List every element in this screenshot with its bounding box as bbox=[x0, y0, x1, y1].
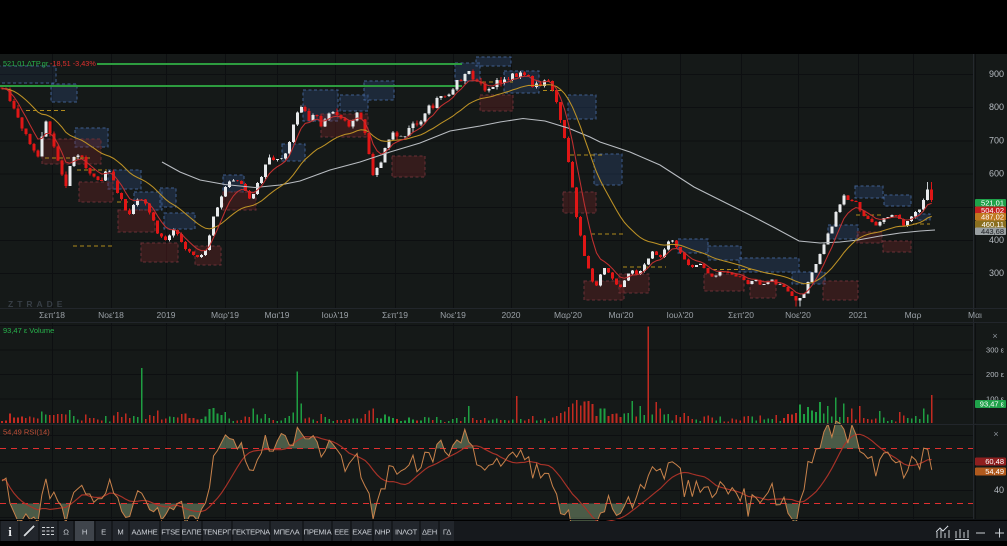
svg-text:300: 300 bbox=[989, 268, 1004, 278]
svg-text:Σεπ'19: Σεπ'19 bbox=[382, 310, 408, 320]
svg-text:Μαρ'20: Μαρ'20 bbox=[554, 310, 582, 320]
svg-text:Σεπ'18: Σεπ'18 bbox=[39, 310, 65, 320]
svg-text:ΓΕΚΤΕΡΝΑ: ΓΕΚΤΕΡΝΑ bbox=[232, 528, 271, 537]
svg-text:ZTRADE: ZTRADE bbox=[8, 299, 66, 309]
svg-text:×: × bbox=[993, 429, 998, 439]
svg-text:Μαρ: Μαρ bbox=[905, 310, 922, 320]
svg-text:Μαρ'19: Μαρ'19 bbox=[211, 310, 239, 320]
svg-text:521,01 ΔΤΡ.gr: 521,01 ΔΤΡ.gr bbox=[3, 59, 49, 68]
svg-text:700: 700 bbox=[989, 135, 1004, 145]
svg-text:ΤΕΝΕΡΓ: ΤΕΝΕΡΓ bbox=[203, 528, 231, 537]
svg-text:600: 600 bbox=[989, 169, 1004, 179]
svg-text:Ε: Ε bbox=[101, 528, 106, 537]
svg-text:800: 800 bbox=[989, 102, 1004, 112]
svg-text:54,49: 54,49 bbox=[985, 467, 1004, 476]
svg-text:ΕΕΕ: ΕΕΕ bbox=[334, 528, 349, 537]
svg-text:ΜΠΕΛΑ: ΜΠΕΛΑ bbox=[273, 528, 300, 537]
svg-text:400: 400 bbox=[989, 235, 1004, 245]
svg-text:2019: 2019 bbox=[157, 310, 176, 320]
svg-text:900: 900 bbox=[989, 69, 1004, 79]
svg-text:2020: 2020 bbox=[502, 310, 521, 320]
svg-text:-18,51 -3,43%: -18,51 -3,43% bbox=[50, 59, 96, 68]
svg-text:ΝΗΡ: ΝΗΡ bbox=[375, 528, 391, 537]
svg-text:93,47 ε Volume: 93,47 ε Volume bbox=[3, 326, 54, 335]
svg-text:Ω: Ω bbox=[63, 528, 69, 537]
svg-text:×: × bbox=[992, 331, 997, 341]
svg-text:200 ε: 200 ε bbox=[986, 370, 1005, 379]
svg-text:Μαι'20: Μαι'20 bbox=[609, 310, 634, 320]
svg-text:60,48: 60,48 bbox=[985, 457, 1004, 466]
svg-text:ΑΔΜΗΕ: ΑΔΜΗΕ bbox=[131, 528, 157, 537]
svg-text:300 ε: 300 ε bbox=[986, 346, 1005, 355]
svg-text:ΠΡΕΜΙΑ: ΠΡΕΜΙΑ bbox=[304, 528, 333, 537]
svg-text:Μαι'19: Μαι'19 bbox=[265, 310, 290, 320]
svg-text:FTSE: FTSE bbox=[161, 528, 180, 537]
svg-text:ΓΔ: ΓΔ bbox=[443, 528, 451, 537]
svg-text:54,49 RSI(14): 54,49 RSI(14) bbox=[3, 428, 50, 437]
svg-text:93,47 ε: 93,47 ε bbox=[980, 400, 1005, 409]
svg-text:ΕΧΑΕ: ΕΧΑΕ bbox=[352, 528, 372, 537]
svg-text:ΕΛΠΕ: ΕΛΠΕ bbox=[182, 528, 202, 537]
svg-text:ΙΝΛΟΤ: ΙΝΛΟΤ bbox=[395, 528, 418, 537]
svg-text:Η: Η bbox=[82, 528, 87, 537]
svg-text:443,68: 443,68 bbox=[981, 227, 1004, 236]
svg-text:Νοε'19: Νοε'19 bbox=[440, 310, 466, 320]
svg-text:Ιουλ'20: Ιουλ'20 bbox=[666, 310, 693, 320]
svg-text:Μ: Μ bbox=[117, 528, 123, 537]
svg-text:2021: 2021 bbox=[849, 310, 868, 320]
svg-text:i: i bbox=[8, 524, 12, 539]
svg-text:Νοε'20: Νοε'20 bbox=[785, 310, 811, 320]
svg-text:Μαι: Μαι bbox=[968, 310, 982, 320]
svg-text:ΔΕΗ: ΔΕΗ bbox=[422, 528, 437, 537]
svg-text:40: 40 bbox=[994, 485, 1004, 495]
svg-text:Νοε'18: Νοε'18 bbox=[98, 310, 124, 320]
svg-text:Ιουλ'19: Ιουλ'19 bbox=[321, 310, 348, 320]
svg-text:Σεπ'20: Σεπ'20 bbox=[728, 310, 754, 320]
